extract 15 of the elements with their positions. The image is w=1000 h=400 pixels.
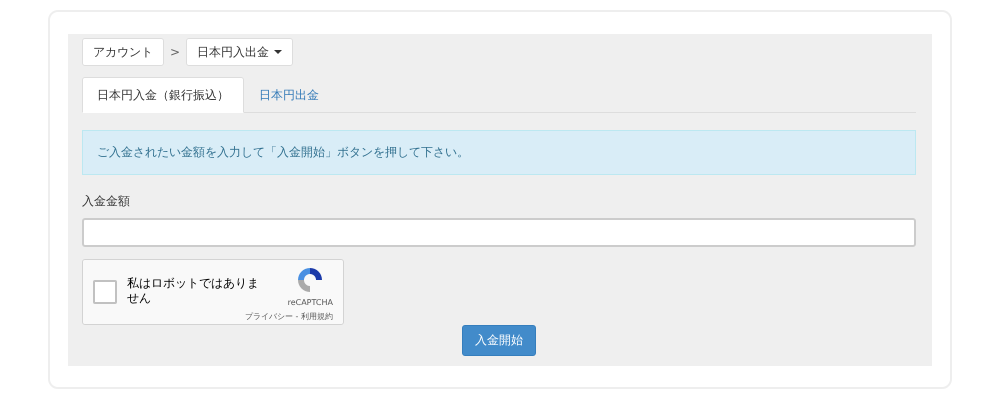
captcha-footer-links[interactable]: プライバシー - 利用規約 xyxy=(245,311,333,322)
tab[interactable]: 日本円入金（銀行振込） xyxy=(82,77,244,113)
breadcrumb-link[interactable]: アカウント xyxy=(82,38,164,66)
captcha-brand: reCAPTCHA xyxy=(288,298,333,307)
breadcrumb-separator: > xyxy=(170,45,180,59)
breadcrumb-dropdown[interactable]: 日本円入出金 xyxy=(186,38,294,66)
recaptcha-logo-icon xyxy=(296,266,324,294)
captcha-checkbox[interactable] xyxy=(93,280,117,304)
field-label: 入金金額 xyxy=(82,193,130,210)
captcha-label: 私はロボットではありません xyxy=(127,276,260,306)
tab[interactable]: 日本円出金 xyxy=(244,77,334,113)
caret-icon xyxy=(274,50,282,54)
submit-button[interactable]: 入金開始 xyxy=(462,325,536,356)
amount-input-field[interactable] xyxy=(82,218,916,247)
info-alert: ご入金されたい金額を入力して「入金開始」ボタンを押して下さい。 xyxy=(82,130,916,175)
